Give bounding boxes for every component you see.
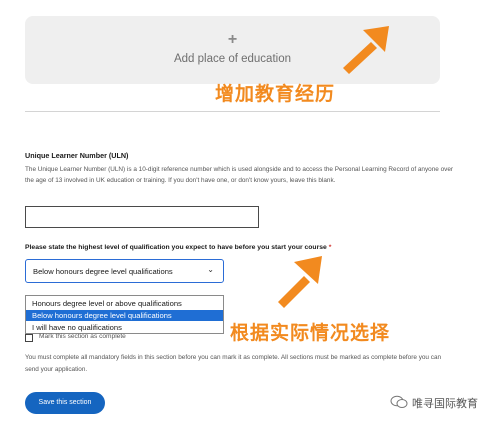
qualification-options-list: Honours degree level or above qualificat… (25, 295, 224, 334)
watermark-text: 唯寻国际教育 (412, 397, 478, 410)
uln-input[interactable] (25, 206, 259, 228)
mark-complete-checkbox[interactable] (25, 334, 33, 342)
chevron-down-icon: ⌄ (207, 265, 214, 274)
completion-note: You must complete all mandatory fields i… (25, 354, 442, 373)
arrow-annotation-icon (343, 26, 389, 74)
qualification-option-highlighted[interactable]: Below honours degree level qualification… (26, 310, 223, 321)
mark-complete-label: Mark this section as complete (39, 333, 126, 340)
qualification-select[interactable]: Below honours degree level qualification… (25, 259, 224, 283)
qualification-option[interactable]: Honours degree level or above qualificat… (26, 298, 223, 309)
qualification-question-text: Please state the highest level of qualif… (25, 244, 327, 251)
annotation-add-education: 增加教育经历 (215, 83, 336, 105)
qualification-option[interactable]: I will have no qualifications (26, 322, 223, 333)
uln-title: Unique Learner Number (ULN) (25, 151, 129, 160)
wechat-icon (390, 395, 408, 408)
uln-description: The Unique Learner Number (ULN) is a 10-… (25, 166, 454, 184)
arrow-annotation-icon (278, 256, 322, 308)
qualification-question: Please state the highest level of qualif… (25, 244, 331, 251)
annotation-choose: 根据实际情况选择 (230, 322, 391, 344)
section-divider (25, 111, 440, 112)
required-marker: * (328, 244, 332, 251)
qualification-selected-value: Below honours degree level qualification… (33, 267, 173, 276)
save-section-button[interactable]: Save this section (25, 392, 105, 414)
